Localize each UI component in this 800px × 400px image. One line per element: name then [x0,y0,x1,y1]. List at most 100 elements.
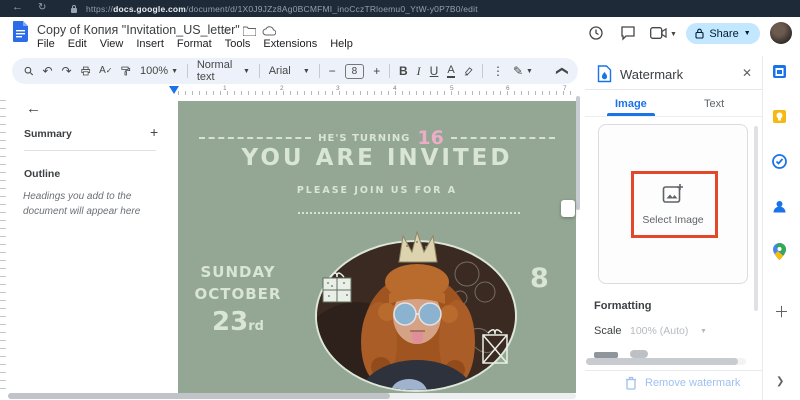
avatar[interactable] [770,22,792,44]
google-docs-window: ← ↻ https://docs.google.com/document/d/1… [0,0,800,400]
horizontal-ruler[interactable]: 1 2 3 4 5 6 7 [168,85,578,96]
summary-label: Summary [24,128,72,140]
spellcheck-icon[interactable]: A ✓ [99,66,112,76]
toolbar: ↶ ↷ A ✓ 100% ▼ Normal text ▼ Arial ▼ − 8 + B… [12,58,578,84]
editing-mode-select[interactable]: ✎ ▼ [513,65,533,77]
share-lock-icon [695,28,704,39]
divider [585,116,762,117]
more-options-icon[interactable]: ⋮ [492,65,504,77]
menu-insert[interactable]: Insert [136,38,164,50]
font-size-decrease[interactable]: − [329,65,336,77]
calendar-icon[interactable] [772,64,787,79]
share-label: Share [709,27,739,40]
meet-camera-icon[interactable] [650,27,667,39]
browser-address-bar[interactable]: ← ↻ https://docs.google.com/document/d/1… [0,0,800,17]
remove-watermark-label: Remove watermark [645,377,741,389]
paint-format-icon[interactable] [121,65,131,77]
document-title[interactable]: Copy of Копия "Invitation_US_letter" [37,23,240,37]
camera-dropdown-caret[interactable]: ▼ [670,31,677,38]
document-vertical-scrollbar[interactable] [576,96,580,210]
invitation-image[interactable]: HE'S TURNING 16 YOU ARE INVITED PLEASE J… [178,101,576,393]
document-horizontal-scrollbar-thumb[interactable] [8,393,390,399]
remove-watermark-button[interactable]: Remove watermark [625,376,740,390]
move-folder-icon[interactable] [243,26,256,36]
google-docs-logo[interactable] [13,21,29,42]
highlight-annotation-box [631,171,718,238]
scale-label: Scale [594,325,622,337]
share-dropdown-caret[interactable]: ▼ [744,30,751,37]
invitation-subtitle: PLEASE JOIN US FOR A [296,185,458,196]
menu-format[interactable]: Format [177,38,212,50]
watermark-panel: Watermark ✕ Image Text Select Image Form… [585,56,762,400]
ruler-number: 2 [280,85,284,92]
add-app-icon[interactable]: ＋ [774,301,789,322]
panel-horizontal-scrollbar-thumb[interactable] [586,358,738,365]
italic-button[interactable]: I [417,65,421,77]
clipped-toggle[interactable] [630,350,648,358]
ruler-number: 1 [223,85,227,92]
invitation-time: 8 [530,263,549,294]
vertical-ruler [0,100,6,390]
font-size-increase[interactable]: + [373,65,380,77]
text-color-button[interactable]: A [447,64,455,79]
menu-help[interactable]: Help [330,38,353,50]
menu-view[interactable]: View [100,38,124,50]
outline-empty-text: Headings you add to the document will ap… [23,191,141,217]
menu-edit[interactable]: Edit [68,38,87,50]
menu-tools[interactable]: Tools [225,38,251,50]
comments-icon[interactable] [620,25,636,41]
dash-line-left [199,137,312,139]
tasks-icon[interactable] [772,154,787,169]
url-text[interactable]: https://docs.google.com/document/d/1X0J9… [86,4,478,14]
scale-dropdown-caret[interactable]: ▼ [700,328,707,335]
lock-icon [71,5,77,13]
bold-button[interactable]: B [399,65,408,77]
paragraph-style-select[interactable]: Normal text ▼ [197,59,250,83]
star-icon[interactable]: ☆ [221,24,231,37]
divider [24,150,156,151]
browser-back-icon[interactable]: ← [12,1,23,13]
scroll-handle-widget[interactable] [561,200,575,217]
keep-icon[interactable] [772,109,787,124]
highlight-icon[interactable] [464,65,473,77]
indent-marker[interactable] [169,86,179,94]
ruler-number: 7 [563,85,567,92]
turning-label: HE'S TURNING [318,132,411,144]
zoom-select[interactable]: 100% ▼ [140,65,178,77]
share-button[interactable]: Share ▼ [686,23,760,44]
scale-value[interactable]: 100% (Auto) [630,325,688,337]
search-icon[interactable] [24,65,34,77]
tab-text[interactable]: Text [704,98,724,110]
collapse-toolbar-icon[interactable]: ❯ [554,66,568,76]
maps-icon[interactable] [773,243,786,260]
divider [585,89,762,90]
tab-image[interactable]: Image [615,98,647,110]
undo-icon[interactable]: ↶ [42,65,52,77]
trash-icon [626,376,636,390]
panel-horizontal-scrollbar-track[interactable] [586,358,746,365]
redo-icon[interactable]: ↷ [62,65,72,77]
panel-vertical-scrollbar[interactable] [754,126,758,311]
underline-button[interactable]: U [430,65,439,77]
add-summary-button[interactable]: + [150,124,158,140]
date-suffix: rd [248,319,264,334]
formatting-label: Formatting [594,300,652,312]
divider [585,370,762,371]
close-panel-icon[interactable]: ✕ [742,66,752,80]
invitation-month: OCTOBER [194,285,282,303]
menu-extensions[interactable]: Extensions [263,38,317,50]
menu-file[interactable]: File [37,38,55,50]
font-select[interactable]: Arial ▼ [269,65,310,77]
crown-doodle [398,230,438,263]
document-horizontal-scrollbar-track[interactable] [8,393,576,399]
ruler-number: 6 [506,85,510,92]
collapse-side-panel-icon[interactable]: ❯ [776,376,784,387]
contacts-icon[interactable] [772,199,787,214]
browser-refresh-icon[interactable]: ↻ [38,2,46,13]
close-outline-back-icon[interactable]: ← [26,100,41,117]
font-size-field[interactable]: 8 [344,63,365,79]
outline-panel: ← Summary + Outline Headings you add to … [10,95,170,400]
print-icon[interactable] [81,65,90,77]
version-history-icon[interactable] [588,25,604,41]
cloud-status-icon[interactable] [262,26,276,36]
